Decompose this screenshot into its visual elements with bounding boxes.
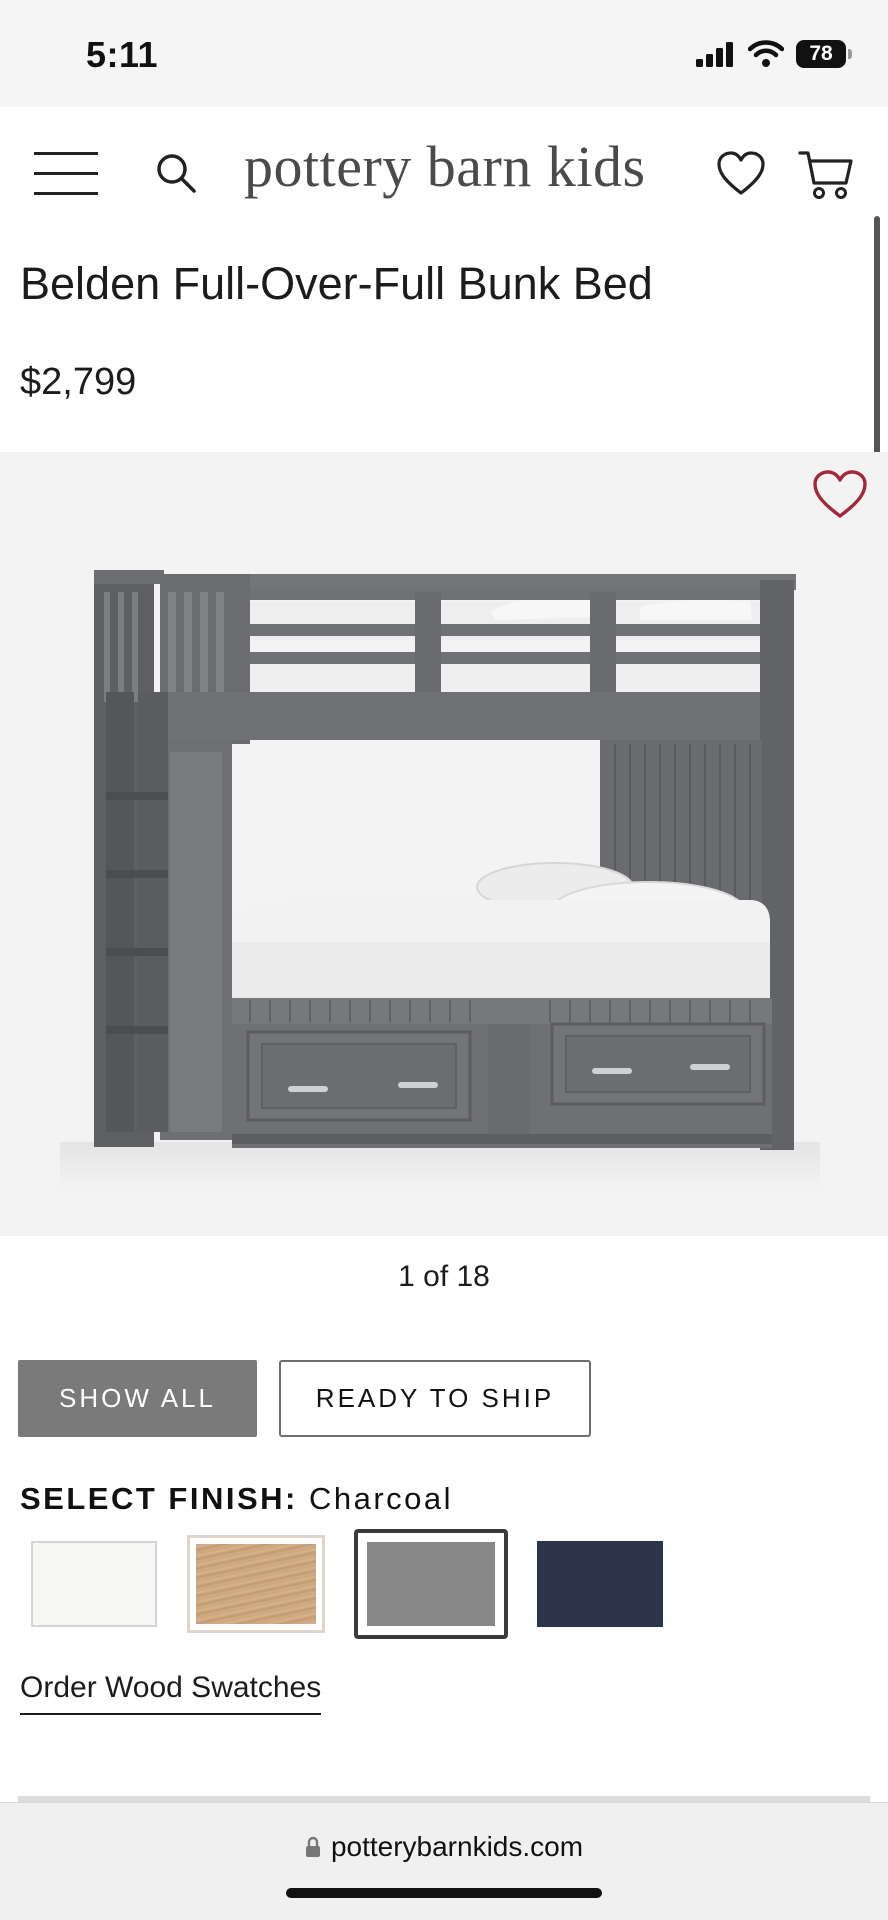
swatch-white[interactable]: [25, 1535, 163, 1633]
swatch-navy[interactable]: [531, 1535, 669, 1633]
ready-to-ship-button[interactable]: READY TO SHIP: [279, 1360, 591, 1437]
status-bar: 5:11 78: [0, 0, 888, 107]
wifi-icon: [748, 40, 784, 67]
wishlist-heart-icon[interactable]: [716, 151, 766, 197]
order-wood-swatches-link[interactable]: Order Wood Swatches: [20, 1671, 322, 1715]
selected-finish-value: Charcoal: [308, 1481, 454, 1516]
select-finish-heading: SELECT FINISH:: [20, 1481, 298, 1516]
swatch-natural-wood[interactable]: [187, 1535, 325, 1633]
product-title: Belden Full-Over-Full Bunk Bed: [20, 258, 653, 309]
swatch-charcoal[interactable]: [354, 1529, 508, 1639]
url-text: potterybarnkids.com: [330, 1831, 584, 1862]
product-image[interactable]: [0, 452, 888, 1236]
show-all-button[interactable]: SHOW ALL: [18, 1360, 257, 1437]
status-icons: 78: [696, 40, 852, 68]
signal-icon: [696, 42, 733, 67]
status-time: 5:11: [86, 34, 159, 75]
image-counter: 1 of 18: [398, 1260, 490, 1293]
product-price: $2,799: [20, 361, 137, 403]
search-icon[interactable]: [154, 151, 198, 195]
select-finish-label: SELECT FINISH: Charcoal: [20, 1481, 453, 1517]
address-field[interactable]: potterybarnkids.com: [0, 1831, 888, 1863]
browser-url-bar: potterybarnkids.com: [0, 1802, 888, 1920]
home-indicator[interactable]: [286, 1888, 602, 1898]
battery-indicator: 78: [796, 40, 852, 68]
favorite-heart-icon[interactable]: [812, 470, 868, 520]
brand-logo[interactable]: pottery barn kids: [244, 133, 646, 200]
cart-icon[interactable]: [798, 147, 854, 203]
menu-icon[interactable]: [34, 152, 98, 196]
bunk-bed-image: [60, 570, 820, 1192]
lock-icon: [305, 1836, 320, 1857]
site-header: pottery barn kids: [0, 107, 888, 237]
